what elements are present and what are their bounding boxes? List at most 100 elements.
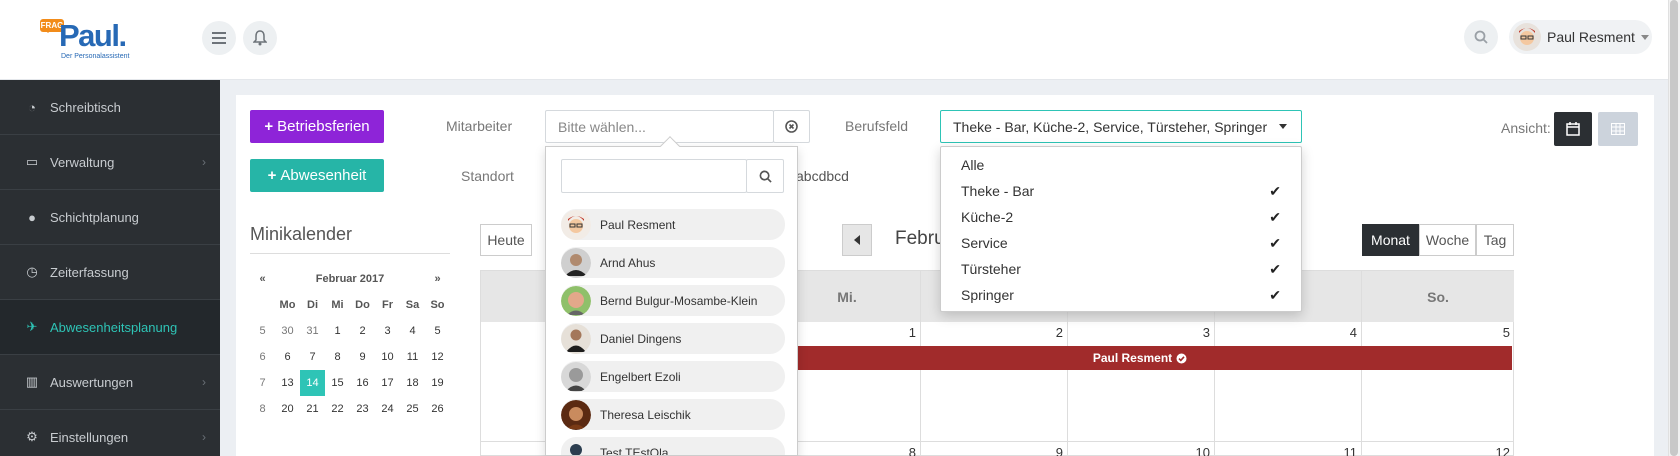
calendar-day[interactable]: 9 — [921, 442, 1068, 456]
table-icon — [1611, 123, 1625, 135]
add-abwesenheit-button[interactable]: + Abwesenheit — [250, 159, 384, 192]
calendar-day[interactable]: 11 — [1215, 442, 1362, 456]
mini-day[interactable]: 3 — [375, 318, 400, 344]
sidebar-item-schreibtisch[interactable]: ◔ Schreibtisch — [0, 80, 220, 135]
calendar-day[interactable]: 4 — [1215, 322, 1362, 442]
add-betriebsferien-button[interactable]: + Betriebsferien — [250, 110, 384, 143]
berufsfeld-option-alle[interactable]: Alle — [961, 157, 1281, 173]
week-header — [250, 292, 275, 318]
view-month-tab[interactable]: Monat — [1362, 224, 1419, 256]
berufsfeld-option[interactable]: Küche-2 — [961, 209, 1281, 225]
mini-day[interactable]: 15 — [325, 370, 350, 396]
standort-label: Standort — [461, 168, 514, 184]
berufsfeld-option[interactable]: Theke - Bar — [961, 183, 1281, 199]
employee-option[interactable]: Engelbert Ezoli — [561, 361, 785, 392]
employee-option[interactable]: Daniel Dingens — [561, 323, 785, 354]
mini-day[interactable]: 4 — [400, 318, 425, 344]
mini-day[interactable]: 30 — [275, 318, 300, 344]
prev-period-button[interactable] — [842, 224, 872, 256]
calendar-day[interactable]: 12 — [1362, 442, 1514, 456]
minikalender-title: Minikalender — [250, 224, 353, 244]
sidebar-item-auswertungen[interactable]: ▥ Auswertungen › — [0, 355, 220, 410]
next-month-button[interactable]: » — [425, 266, 450, 292]
mini-day[interactable]: 18 — [400, 370, 425, 396]
berufsfeld-option[interactable]: Türsteher — [961, 261, 1281, 277]
calendar-day[interactable]: 3 — [1068, 322, 1215, 442]
weekday-header: Mo — [279, 299, 296, 311]
sidebar-item-abwesenheitsplanung[interactable]: ✈ Abwesenheitsplanung — [0, 300, 220, 355]
check-icon: ✔ — [1269, 235, 1281, 251]
bar-chart-icon: ▥ — [25, 374, 39, 389]
mini-day[interactable]: 31 — [300, 318, 325, 344]
day-number: 1 — [908, 325, 916, 340]
employee-search-button[interactable] — [746, 159, 784, 193]
search-button[interactable] — [1464, 20, 1498, 54]
mini-day[interactable]: 13 — [275, 370, 300, 396]
logo[interactable]: Paul. — [59, 20, 127, 52]
sidebar-item-verwaltung[interactable]: ▭ Verwaltung › — [0, 135, 220, 190]
mini-day[interactable]: 10 — [375, 344, 400, 370]
view-day-tab[interactable]: Tag — [1476, 224, 1514, 256]
calendar-day[interactable]: 10 — [1068, 442, 1215, 456]
mini-day[interactable]: 26 — [425, 396, 450, 422]
mini-day[interactable]: 7 — [300, 344, 325, 370]
employee-option[interactable]: Arnd Ahus — [561, 247, 785, 278]
clear-icon — [785, 120, 798, 133]
mini-day[interactable]: 17 — [375, 370, 400, 396]
mini-day[interactable]: 20 — [275, 396, 300, 422]
chevron-down-icon — [1640, 34, 1649, 40]
mini-day[interactable]: 25 — [400, 396, 425, 422]
sidebar-item-schichtplanung[interactable]: ● Schichtplanung — [0, 190, 220, 245]
employee-option[interactable]: Test TEstOla — [561, 437, 785, 455]
mini-day[interactable]: 9 — [350, 344, 375, 370]
user-menu[interactable]: Paul Resment — [1509, 20, 1652, 54]
view-week-tab[interactable]: Woche — [1419, 224, 1476, 256]
employee-option[interactable]: Paul Resment — [561, 209, 785, 240]
employee-option[interactable]: Bernd Bulgur-Mosambe-Klein — [561, 285, 785, 316]
mini-day[interactable]: 11 — [400, 344, 425, 370]
calendar-day[interactable]: 2 — [921, 322, 1068, 442]
today-button[interactable]: Heute — [480, 224, 532, 256]
employee-option[interactable]: Theresa Leischik — [561, 399, 785, 430]
mini-day[interactable]: 24 — [375, 396, 400, 422]
employee-search-input[interactable] — [561, 159, 747, 193]
sidebar-item-label: Verwaltung — [50, 154, 115, 170]
clear-selection-button[interactable] — [773, 110, 810, 143]
mini-day[interactable]: 23 — [350, 396, 375, 422]
sidebar-item-label: Einstellungen — [50, 429, 129, 445]
option-label: Springer — [961, 287, 1014, 303]
standort-select[interactable]: abcdbcd — [780, 159, 940, 192]
plus-icon: + — [267, 167, 277, 184]
mini-day-today[interactable]: 14 — [300, 370, 325, 396]
table-view-button[interactable] — [1598, 112, 1638, 146]
sidebar-item-label: Auswertungen — [50, 374, 134, 390]
mini-day[interactable]: 21 — [300, 396, 325, 422]
mini-day[interactable]: 8 — [325, 344, 350, 370]
mini-day[interactable]: 6 — [275, 344, 300, 370]
mitarbeiter-select[interactable]: Bitte wählen... — [545, 110, 774, 143]
berufsfeld-option[interactable]: Springer — [961, 287, 1281, 303]
menu-toggle-button[interactable] — [202, 21, 236, 55]
check-icon: ✔ — [1269, 209, 1281, 225]
user-name: Paul Resment — [1547, 29, 1635, 45]
calendar-view-button[interactable] — [1554, 112, 1592, 146]
day-number: 2 — [1055, 325, 1063, 340]
mitarbeiter-label: Mitarbeiter — [446, 118, 513, 134]
notifications-button[interactable] — [243, 21, 277, 55]
sidebar-item-einstellungen[interactable]: ⚙ Einstellungen › — [0, 410, 220, 456]
absence-event[interactable]: Paul Resment — [768, 346, 1512, 370]
mini-day[interactable]: 12 — [425, 344, 450, 370]
sidebar-item-zeiterfassung[interactable]: ◷ Zeiterfassung — [0, 245, 220, 300]
mini-day[interactable]: 22 — [325, 396, 350, 422]
mini-day[interactable]: 16 — [350, 370, 375, 396]
mini-day[interactable]: 5 — [425, 318, 450, 344]
check-icon: ✔ — [1269, 183, 1281, 199]
prev-month-button[interactable]: « — [250, 266, 275, 292]
berufsfeld-select[interactable]: Theke - Bar, Küche-2, Service, Türsteher… — [940, 110, 1302, 143]
calendar-day[interactable]: 5 — [1362, 322, 1514, 442]
mini-day[interactable]: 1 — [325, 318, 350, 344]
mini-day[interactable]: 2 — [350, 318, 375, 344]
mini-day[interactable]: 19 — [425, 370, 450, 396]
scrollbar-thumb[interactable] — [1670, 0, 1678, 456]
berufsfeld-option[interactable]: Service — [961, 235, 1281, 251]
